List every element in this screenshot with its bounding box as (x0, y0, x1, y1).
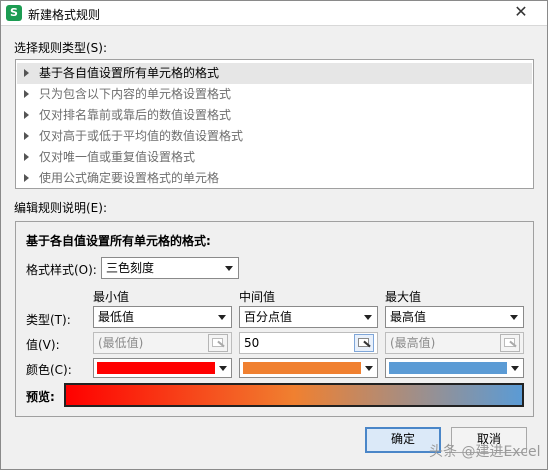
max-column-header: 最大值 (385, 290, 422, 304)
max-type-value: 最高值 (390, 310, 427, 324)
min-type-select[interactable]: 最低值 (93, 306, 232, 328)
triangle-right-icon (24, 90, 29, 98)
rule-type-item-label: 仅对高于或低于平均值的数值设置格式 (39, 129, 244, 143)
chevron-down-icon (511, 366, 519, 371)
close-icon: ✕ (514, 2, 528, 21)
type-label: 类型(T): (26, 313, 71, 327)
rule-type-item-label: 仅对唯一值或重复值设置格式 (39, 150, 196, 164)
chevron-down-icon (365, 366, 373, 371)
chevron-down-icon (225, 266, 233, 271)
title-bar: S 新建格式规则 ✕ (1, 1, 547, 26)
mid-color-select[interactable] (239, 358, 378, 378)
app-logo-icon: S (6, 5, 22, 21)
mid-type-select[interactable]: 百分点值 (239, 306, 378, 328)
rule-type-item[interactable]: 仅对高于或低于平均值的数值设置格式 (17, 126, 532, 147)
min-value-text: (最低值) (98, 336, 144, 350)
rule-type-item[interactable]: 使用公式确定要设置格式的单元格 (17, 168, 532, 189)
value-label: 值(V): (26, 338, 60, 352)
min-color-select[interactable] (93, 358, 232, 378)
rule-type-item[interactable]: 仅对排名靠前或靠后的数值设置格式 (17, 105, 532, 126)
chevron-down-icon (510, 315, 518, 320)
max-value-text: (最高值) (390, 336, 436, 350)
min-value-range-picker (208, 334, 228, 352)
chevron-down-icon (219, 366, 227, 371)
min-type-value: 最低值 (98, 310, 135, 324)
color-label: 颜色(C): (26, 363, 72, 377)
rule-type-item-label: 仅对排名靠前或靠后的数值设置格式 (39, 108, 232, 122)
preview-label: 预览: (26, 390, 55, 404)
triangle-right-icon (24, 69, 29, 77)
format-style-select[interactable]: 三色刻度 (101, 257, 239, 279)
rule-type-item-label: 使用公式确定要设置格式的单元格 (39, 171, 220, 185)
max-value-range-picker (500, 334, 520, 352)
rule-type-list: 基于各自值设置所有单元格的格式 只为包含以下内容的单元格设置格式 仅对排名靠前或… (15, 59, 534, 189)
mid-type-value: 百分点值 (244, 310, 293, 324)
min-color-swatch (97, 362, 215, 374)
triangle-right-icon (24, 174, 29, 182)
format-style-value: 三色刻度 (106, 261, 155, 275)
rule-type-label: 选择规则类型(S): (14, 41, 108, 55)
rule-type-item-label: 只为包含以下内容的单元格设置格式 (39, 87, 232, 101)
rule-type-item[interactable]: 只为包含以下内容的单元格设置格式 (17, 84, 532, 105)
chevron-down-icon (218, 315, 226, 320)
edit-rule-label: 编辑规则说明(E): (14, 201, 107, 215)
preview-gradient-bar (64, 383, 524, 407)
rule-type-item-label: 基于各自值设置所有单元格的格式 (39, 66, 220, 80)
format-style-label: 格式样式(O): (26, 263, 97, 277)
dialog-title: 新建格式规则 (28, 8, 101, 22)
edit-heading: 基于各自值设置所有单元格的格式: (26, 234, 211, 248)
watermark: 头条 @建进Excel (429, 444, 541, 460)
triangle-right-icon (24, 153, 29, 161)
min-column-header: 最小值 (93, 290, 130, 304)
max-type-select[interactable]: 最高值 (385, 306, 524, 328)
mid-color-swatch (243, 362, 361, 374)
chevron-down-icon (364, 315, 372, 320)
rule-type-item[interactable]: 仅对唯一值或重复值设置格式 (17, 147, 532, 168)
max-color-select[interactable] (385, 358, 524, 378)
triangle-right-icon (24, 111, 29, 119)
edit-rule-panel: 基于各自值设置所有单元格的格式: 格式样式(O): 三色刻度 最小值 中间值 最… (15, 221, 534, 417)
mid-value-range-picker[interactable] (354, 334, 374, 352)
mid-value-text: 50 (244, 336, 260, 350)
triangle-right-icon (24, 132, 29, 140)
close-button[interactable]: ✕ (501, 3, 541, 23)
rule-type-item[interactable]: 基于各自值设置所有单元格的格式 (17, 63, 532, 84)
new-format-rule-dialog: S 新建格式规则 ✕ 选择规则类型(S): 基于各自值设置所有单元格的格式 只为… (0, 0, 548, 470)
mid-column-header: 中间值 (239, 290, 276, 304)
max-color-swatch (389, 362, 507, 374)
